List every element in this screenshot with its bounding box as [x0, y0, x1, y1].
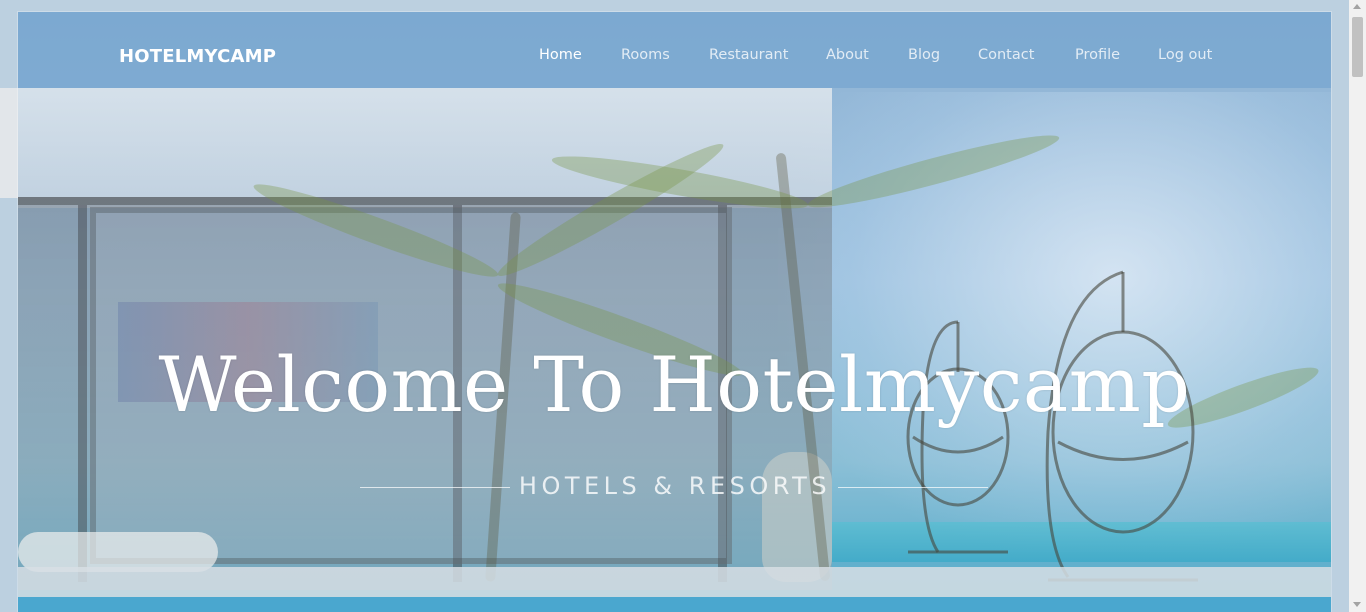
scroll-up-arrow-icon[interactable] [1353, 4, 1361, 9]
nav-contact[interactable]: Contact [978, 47, 1034, 63]
nav-rooms[interactable]: Rooms [621, 47, 670, 63]
nav-logout[interactable]: Log out [1158, 47, 1212, 63]
hero-title: Welcome To Hotelmycamp [158, 340, 1191, 429]
hero-subtitle-group: HOTELS & RESORTS [360, 472, 990, 502]
pool-deck [18, 567, 1331, 597]
scrollbar-thumb[interactable] [1352, 17, 1363, 77]
ghost-panel [0, 88, 18, 198]
hero-section: HOTELMYCAMP Home Rooms Restaurant About … [18, 12, 1331, 612]
page-scrollbar[interactable] [1349, 0, 1366, 612]
scroll-down-arrow-icon[interactable] [1353, 602, 1361, 607]
hanging-chairs-illustration [906, 270, 1198, 582]
nav-home[interactable]: Home [539, 47, 582, 63]
nav-about[interactable]: About [826, 47, 869, 63]
nav-restaurant[interactable]: Restaurant [709, 47, 788, 63]
nav-profile[interactable]: Profile [1075, 47, 1120, 63]
site-header: HOTELMYCAMP Home Rooms Restaurant About … [18, 12, 1331, 88]
lounge-cushion [18, 532, 218, 572]
main-nav: Home Rooms Restaurant About Blog Contact… [18, 47, 1331, 67]
hero-subtitle: HOTELS & RESORTS [518, 472, 832, 500]
pool-water [18, 597, 1331, 612]
subtitle-divider-right [838, 487, 988, 488]
nav-blog[interactable]: Blog [908, 47, 940, 63]
